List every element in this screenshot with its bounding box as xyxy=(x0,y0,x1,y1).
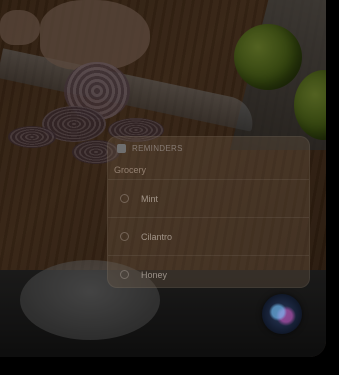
app-name: REMINDERS xyxy=(132,143,183,153)
list-item-label: Cilantro xyxy=(141,231,173,242)
list-item[interactable]: Honey xyxy=(108,255,309,287)
list-title: Grocery xyxy=(114,165,147,175)
checkbox-circle-icon[interactable] xyxy=(120,232,129,241)
reminders-icon xyxy=(117,143,126,153)
list-item-label: Honey xyxy=(141,269,168,280)
snippet-header: REMINDERS xyxy=(108,137,309,159)
siri-orb-icon[interactable] xyxy=(262,294,302,334)
list-item[interactable]: Cilantro xyxy=(108,217,309,255)
list-item[interactable]: Mint xyxy=(108,179,309,217)
reminders-snippet[interactable]: REMINDERS Grocery Mint Cilantro Honey xyxy=(107,136,310,288)
device-screen: REMINDERS Grocery Mint Cilantro Honey xyxy=(0,0,326,357)
checkbox-circle-icon[interactable] xyxy=(120,194,129,203)
checkbox-circle-icon[interactable] xyxy=(120,270,129,279)
list-item-label: Mint xyxy=(141,193,159,204)
